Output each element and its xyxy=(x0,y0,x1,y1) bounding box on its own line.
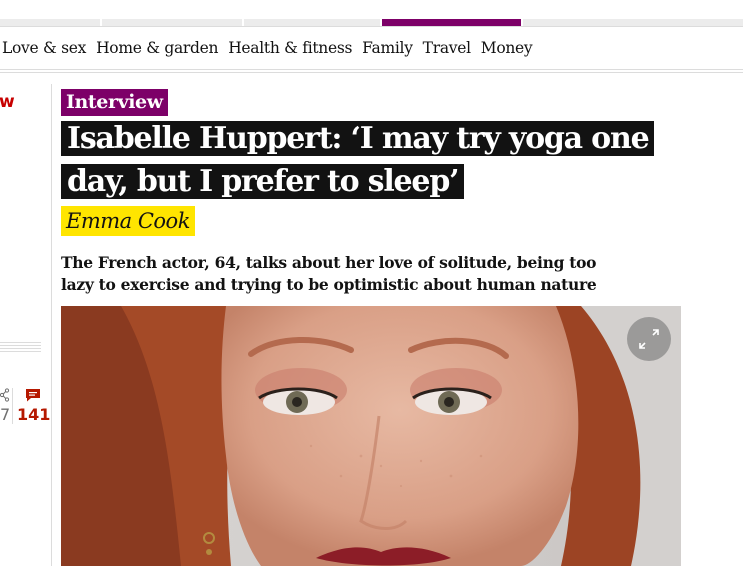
headline-line-2: day, but I prefer to sleep’ xyxy=(61,164,465,199)
nav-divider xyxy=(0,69,743,73)
counts-separator xyxy=(12,388,13,424)
top-tab[interactable] xyxy=(244,19,380,26)
left-column-divider xyxy=(51,84,52,566)
article-main-image[interactable] xyxy=(61,306,681,566)
section-subnav: Love & sex Home & garden Health & fitnes… xyxy=(0,26,743,71)
headline-line-1: Isabelle Huppert: ‘I may try yoga one xyxy=(61,121,655,156)
nav-item-travel[interactable]: Travel xyxy=(423,39,471,57)
top-tab[interactable] xyxy=(102,19,242,26)
nav-item-home-garden[interactable]: Home & garden xyxy=(96,39,218,57)
top-tab-strip xyxy=(0,0,743,26)
nav-item-health-fitness[interactable]: Health & fitness xyxy=(228,39,352,57)
article-kicker[interactable]: Interview xyxy=(61,89,168,116)
subnav-list: Love & sex Home & garden Health & fitnes… xyxy=(2,39,533,57)
left-rail-label-fragment: w xyxy=(0,92,15,112)
comment-icon[interactable] xyxy=(25,388,41,402)
standfirst-line-2: lazy to exercise and trying to be optimi… xyxy=(61,275,597,294)
standfirst-line-1: The French actor, 64, talks about her lo… xyxy=(61,253,597,272)
top-tab[interactable] xyxy=(0,19,100,26)
top-tab[interactable] xyxy=(523,19,743,26)
top-tab-lifestyle-active[interactable] xyxy=(382,19,521,26)
share-count: 7 xyxy=(0,405,11,424)
expand-icon xyxy=(639,329,659,349)
nav-item-love-sex[interactable]: Love & sex xyxy=(2,39,86,57)
nav-item-money[interactable]: Money xyxy=(481,39,533,57)
comment-count[interactable]: 141 xyxy=(17,405,50,424)
article-headline: Isabelle Huppert: ‘I may try yoga one da… xyxy=(61,117,671,203)
share-icon[interactable] xyxy=(0,388,10,402)
article-standfirst: The French actor, 64, talks about her lo… xyxy=(61,252,601,296)
left-rail-rules xyxy=(0,342,41,354)
nav-item-family[interactable]: Family xyxy=(362,39,413,57)
byline-author[interactable]: Emma Cook xyxy=(61,206,195,236)
portrait-illustration xyxy=(61,306,681,566)
image-expand-button[interactable] xyxy=(627,317,671,361)
